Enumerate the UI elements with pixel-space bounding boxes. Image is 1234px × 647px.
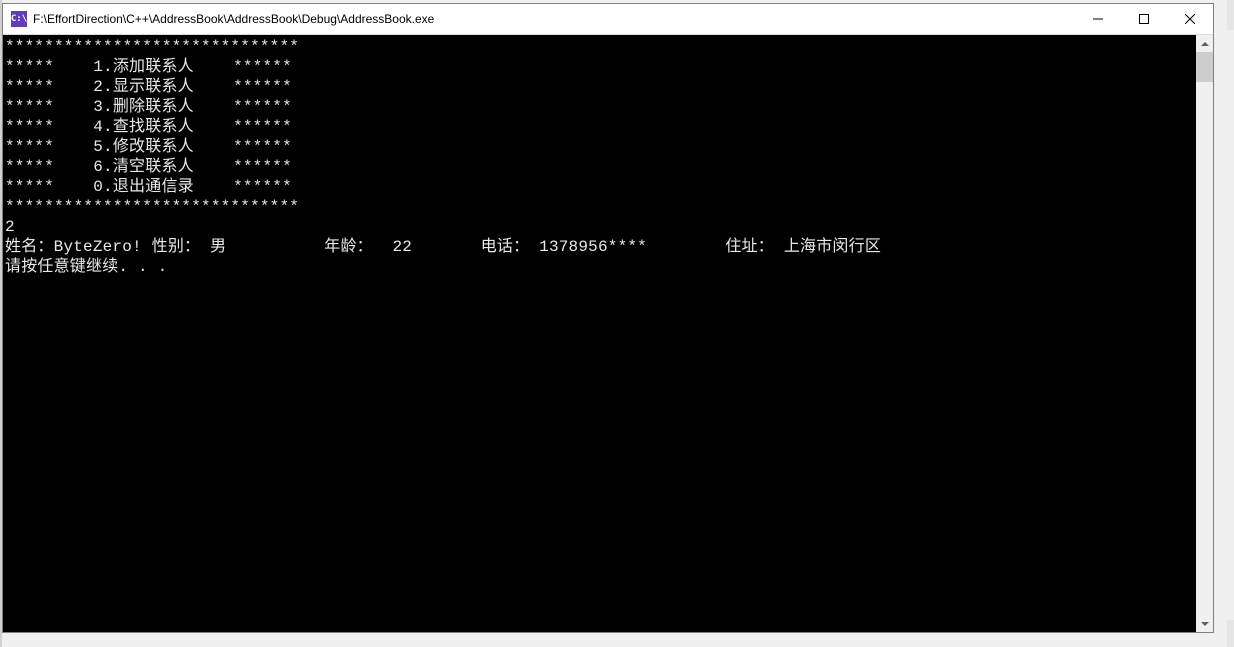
menu-item: 1.添加联系人 — [93, 58, 194, 76]
menu-row-left: ***** — [5, 98, 54, 116]
menu-item: 4.查找联系人 — [93, 118, 194, 136]
titlebar[interactable]: C:\ F:\EffortDirection\C++\AddressBook\A… — [3, 4, 1213, 35]
gender-value: 男 — [210, 238, 226, 256]
menu-item: 0.退出通信录 — [93, 178, 194, 196]
console-output[interactable]: ****************************** ***** 1.添… — [3, 35, 1213, 632]
minimize-button[interactable] — [1075, 4, 1121, 34]
scroll-track[interactable] — [1196, 52, 1213, 615]
menu-row-right: ****** — [233, 98, 292, 116]
menu-row-right: ****** — [233, 178, 292, 196]
menu-row: ***** 2.显示联系人 ****** — [5, 78, 292, 96]
phone-value: 1378956**** — [539, 238, 647, 256]
vertical-scrollbar[interactable] — [1196, 35, 1213, 632]
scroll-down-button[interactable] — [1196, 615, 1213, 632]
window-title: F:\EffortDirection\C++\AddressBook\Addre… — [33, 12, 1075, 26]
menu-row-left: ***** — [5, 178, 54, 196]
name-value: ByteZero! — [54, 238, 142, 256]
user-input: 2 — [5, 218, 15, 236]
menu-border-bottom: ****************************** — [5, 198, 299, 216]
age-label: 年龄： — [324, 238, 373, 256]
phone-label: 电话： — [481, 238, 530, 256]
menu-row-right: ****** — [233, 78, 292, 96]
menu-row-left: ***** — [5, 158, 54, 176]
console-window: C:\ F:\EffortDirection\C++\AddressBook\A… — [2, 3, 1214, 633]
menu-item: 5.修改联系人 — [93, 138, 194, 156]
address-value: 上海市闵行区 — [784, 238, 881, 256]
menu-row: ***** 0.退出通信录 ****** — [5, 178, 292, 196]
menu-row-right: ****** — [233, 58, 292, 76]
menu-row: ***** 3.删除联系人 ****** — [5, 98, 292, 116]
address-label: 住址： — [725, 238, 774, 256]
gender-label: 性别： — [152, 238, 201, 256]
menu-row: ***** 1.添加联系人 ****** — [5, 58, 292, 76]
close-button[interactable] — [1167, 4, 1213, 34]
menu-row-right: ****** — [233, 138, 292, 156]
record-line: 姓名：ByteZero! 性别： 男 年龄： 22 电话： 1378956***… — [5, 238, 881, 256]
menu-row-left: ***** — [5, 58, 54, 76]
menu-border-top: ****************************** — [5, 38, 299, 56]
chevron-up-icon — [1201, 42, 1209, 46]
menu-item: 6.清空联系人 — [93, 158, 194, 176]
menu-row-left: ***** — [5, 78, 54, 96]
menu-row-right: ****** — [233, 158, 292, 176]
menu-row: ***** 4.查找联系人 ****** — [5, 118, 292, 136]
menu-item: 3.删除联系人 — [93, 98, 194, 116]
menu-item: 2.显示联系人 — [93, 78, 194, 96]
menu-row: ***** 5.修改联系人 ****** — [5, 138, 292, 156]
right-edge — [1227, 0, 1234, 647]
maximize-icon — [1139, 14, 1149, 24]
maximize-button[interactable] — [1121, 4, 1167, 34]
age-value: 22 — [393, 238, 413, 256]
menu-row-right: ****** — [233, 118, 292, 136]
background-scrollbar — [1227, 30, 1234, 620]
scroll-thumb[interactable] — [1196, 52, 1213, 82]
scroll-up-button[interactable] — [1196, 35, 1213, 52]
close-icon — [1185, 14, 1195, 24]
chevron-down-icon — [1201, 622, 1209, 626]
app-icon: C:\ — [11, 11, 27, 27]
menu-row-left: ***** — [5, 138, 54, 156]
name-label: 姓名： — [5, 238, 54, 256]
menu-row: ***** 6.清空联系人 ****** — [5, 158, 292, 176]
window-controls — [1075, 4, 1213, 34]
menu-row-left: ***** — [5, 118, 54, 136]
minimize-icon — [1093, 14, 1103, 24]
continue-prompt: 请按任意键继续. . . — [5, 258, 167, 276]
